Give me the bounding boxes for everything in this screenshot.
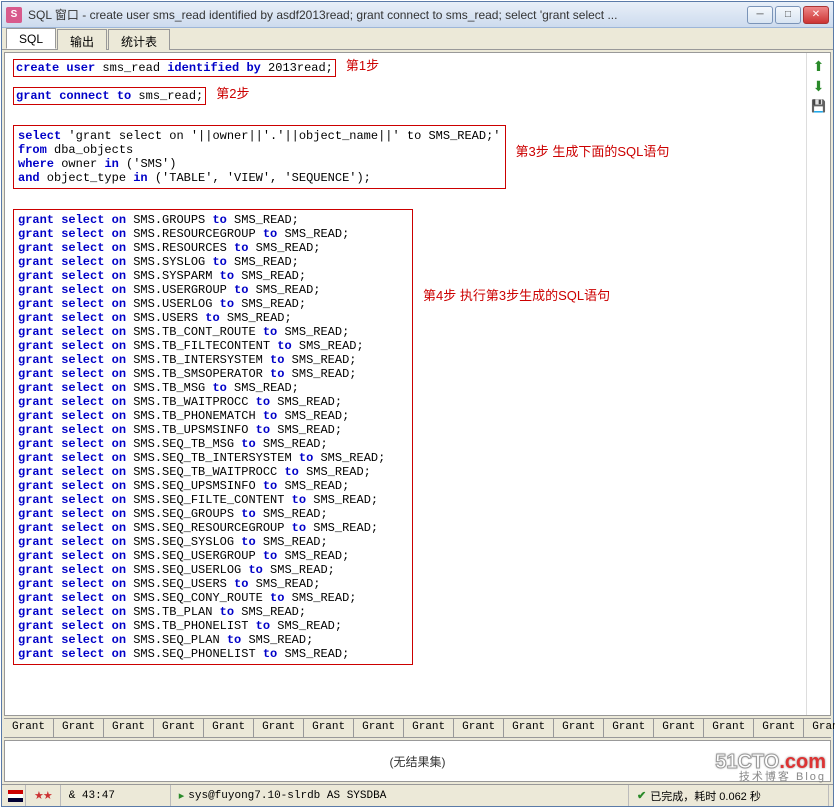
bottom-tab[interactable]: Grant (404, 719, 454, 737)
editor-area: create user sms_read identified by 2013r… (4, 52, 831, 716)
annotation-step2: 第2步 (216, 87, 249, 101)
annotation-step3: 第3步 生成下面的SQL语句 (516, 145, 670, 159)
nav-up-icon[interactable]: ⬆ (811, 59, 827, 73)
bottom-tab[interactable]: Grant (4, 719, 54, 737)
sql-block-3: select 'grant select on '||owner||'.'||o… (13, 125, 506, 189)
bottom-tab[interactable]: Grant (754, 719, 804, 737)
locale-flag-icon (6, 785, 26, 806)
maximize-button[interactable]: □ (775, 6, 801, 24)
minimize-button[interactable]: ─ (747, 6, 773, 24)
bottom-tab[interactable]: Grant (704, 719, 754, 737)
status-position: & 43:47 (61, 785, 171, 806)
sql-block-2: grant connect to sms_read; (13, 87, 206, 105)
status-stars: ★★ (26, 785, 61, 806)
close-button[interactable]: ✕ (803, 6, 829, 24)
nav-down-icon[interactable]: ⬇ (811, 79, 827, 93)
result-text: (无结果集) (390, 753, 446, 770)
sql-block-1: create user sms_read identified by 2013r… (13, 59, 336, 77)
bottom-tab[interactable]: Grant (804, 719, 835, 737)
bottom-tab[interactable]: Grant (204, 719, 254, 737)
top-tab-strip: SQL 输出 统计表 (2, 28, 833, 50)
bottom-tab[interactable]: Grant (604, 719, 654, 737)
sql-editor[interactable]: create user sms_read identified by 2013r… (5, 53, 806, 715)
bottom-tab[interactable]: Grant (154, 719, 204, 737)
window-buttons: ─ □ ✕ (747, 6, 829, 24)
bottom-tab[interactable]: Grant (554, 719, 604, 737)
app-window: S SQL 窗口 - create user sms_read identifi… (1, 1, 834, 807)
titlebar[interactable]: S SQL 窗口 - create user sms_read identifi… (2, 2, 833, 28)
tab-sql[interactable]: SQL (6, 28, 56, 49)
bottom-tab[interactable]: Grant (504, 719, 554, 737)
window-title: SQL 窗口 - create user sms_read identified… (28, 6, 747, 23)
annotation-step1: 第1步 (346, 59, 379, 73)
sql-block-4: grant select on SMS.GROUPS to SMS_READ;g… (13, 209, 413, 665)
status-done: ✔已完成，耗时 0.062 秒 (629, 785, 829, 806)
tab-output[interactable]: 输出 (57, 29, 107, 50)
save-icon[interactable]: 💾 (811, 99, 827, 113)
right-gutter: ⬆ ⬇ 💾 (806, 53, 830, 715)
bottom-tab[interactable]: Grant (104, 719, 154, 737)
statusbar: ★★ & 43:47 ▸sys@fuyong7.10-slrdb AS SYSD… (2, 784, 833, 806)
bottom-tab[interactable]: Grant (354, 719, 404, 737)
watermark: 51CTO.com 技术博客 Blog (715, 752, 826, 783)
tab-stats[interactable]: 统计表 (108, 29, 170, 50)
bottom-tab[interactable]: Grant (254, 719, 304, 737)
status-connection: ▸sys@fuyong7.10-slrdb AS SYSDBA (171, 785, 629, 806)
result-pane: (无结果集) 51CTO.com 技术博客 Blog (4, 740, 831, 782)
bottom-tab-strip: Grant Grant Grant Grant Grant Grant Gran… (4, 718, 831, 738)
bottom-tab[interactable]: Grant (454, 719, 504, 737)
bottom-tab[interactable]: Grant (304, 719, 354, 737)
bottom-tab[interactable]: Grant (654, 719, 704, 737)
bottom-tab[interactable]: Grant (54, 719, 104, 737)
annotation-step4: 第4步 执行第3步生成的SQL语句 (423, 289, 610, 303)
app-icon: S (6, 7, 22, 23)
